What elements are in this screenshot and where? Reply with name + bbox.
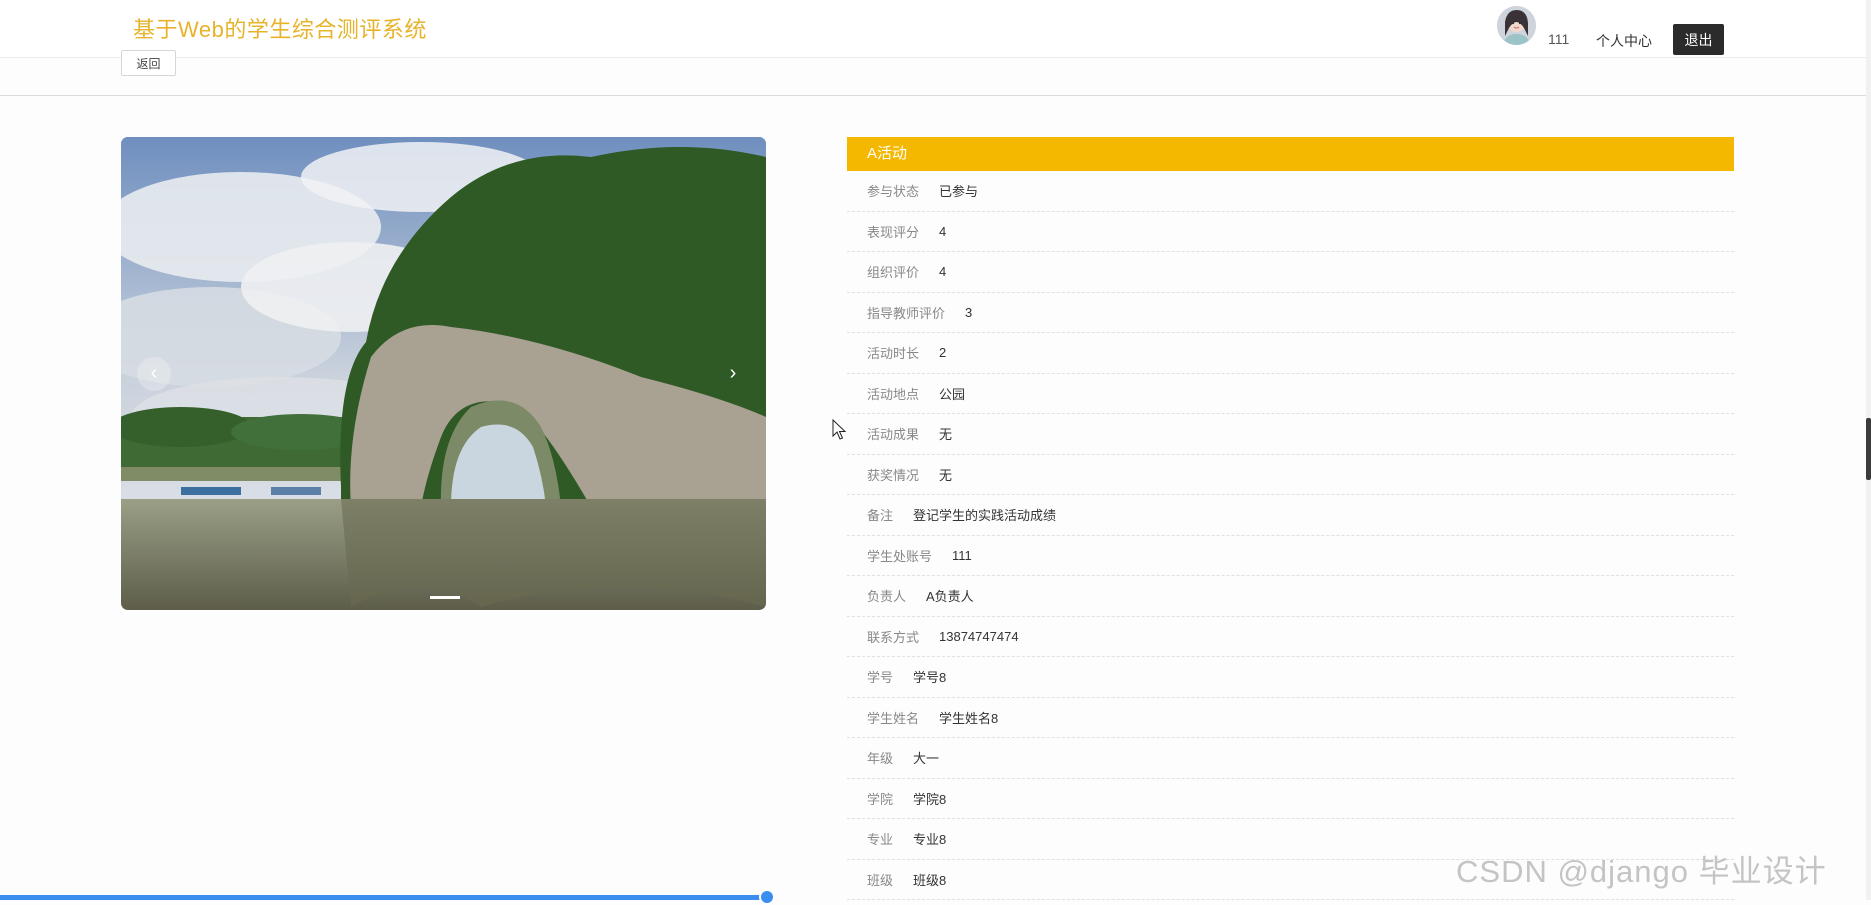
activity-detail-panel: A活动 参与状态 已参与 表现评分 4 组织评价 4 指导教师评价 3 活动时长 2 活动地点 公园活… [847,137,1734,900]
detail-row: 学院 学院8 [847,779,1734,819]
detail-value: 学号8 [913,670,947,686]
carousel-indicator[interactable] [430,596,460,599]
detail-row: 年级 大一 [847,738,1734,779]
site-title[interactable]: 基于Web的学生综合测评系统 [133,12,427,44]
detail-row: 学生姓名 学生姓名8 [847,698,1734,738]
detail-value: 4 [939,223,947,239]
detail-value: 大一 [913,751,940,767]
detail-row: 指导教师评价 3 [847,293,1734,333]
detail-value: 无 [939,427,953,443]
detail-value: 专业8 [913,832,947,848]
detail-row: 学号 学号8 [847,657,1734,698]
detail-label: 学生处账号 [867,548,933,564]
page-scrollbar-thumb[interactable] [1866,418,1871,480]
detail-value: 已参与 [939,184,979,200]
detail-value: 公园 [939,386,966,402]
detail-field-list: 参与状态 已参与 表现评分 4 组织评价 4 指导教师评价 3 活动时长 2 活动地点 公园 活动成果无… [847,171,1734,900]
detail-row: 备注 登记学生的实践活动成绩 [847,495,1734,536]
video-progress-knob[interactable] [759,889,775,905]
detail-label: 联系方式 [867,629,920,645]
detail-value: 班级8 [913,872,947,888]
video-progress-bar[interactable] [0,895,767,900]
detail-row: 活动时长 2 [847,333,1734,374]
mouse-cursor-icon [832,419,846,440]
activity-title: A活动 [847,137,1734,171]
detail-label: 活动时长 [867,346,920,362]
detail-label: 获奖情况 [867,467,920,483]
detail-label: 学院 [867,791,894,807]
detail-value: 学院8 [913,791,947,807]
detail-label: 专业 [867,832,894,848]
carousel-next-arrow[interactable]: › [716,357,750,391]
detail-label: 学生姓名 [867,710,920,726]
detail-row: 活动地点 公园 [847,374,1734,414]
detail-value: 无 [939,467,953,483]
carousel-prev-arrow[interactable]: ‹ [137,357,171,391]
detail-row: 组织评价 4 [847,252,1734,293]
detail-label: 表现评分 [867,224,920,240]
detail-label: 负责人 [867,589,907,605]
watermark: CSDN @django 毕业设计 [1456,854,1827,889]
detail-label: 活动地点 [867,386,920,402]
detail-value: 登记学生的实践活动成绩 [913,508,1057,524]
detail-label: 活动成果 [867,427,920,443]
top-navbar: 基于Web的学生综合测评系统 111 个人中心 退出 [0,0,1871,58]
detail-label: 备注 [867,508,894,524]
back-button[interactable]: 返回 [121,50,176,76]
detail-label: 年级 [867,751,894,767]
detail-label: 参与状态 [867,184,920,200]
detail-value: 学生姓名8 [939,710,999,726]
detail-value: 111 [952,547,972,563]
detail-row: 活动成果 无 [847,414,1734,455]
avatar-image [1497,6,1536,45]
username: 111 [1548,31,1570,47]
detail-row: 联系方式 13874747474 [847,617,1734,657]
detail-row: 负责人 A负责人 [847,576,1734,617]
personal-center-link[interactable]: 个人中心 [1596,31,1652,51]
detail-value: 13874747474 [939,628,1019,644]
detail-label: 组织评价 [867,265,920,281]
detail-row: 参与状态 已参与 [847,171,1734,212]
carousel-image [121,137,766,610]
detail-value: 2 [939,345,947,361]
avatar[interactable] [1497,6,1536,45]
detail-row: 获奖情况 无 [847,455,1734,495]
detail-label: 指导教师评价 [867,305,946,321]
detail-value: 4 [939,264,947,280]
detail-row: 学生处账号 111 [847,536,1734,576]
image-carousel[interactable] [121,137,766,610]
detail-label: 班级 [867,872,894,888]
logout-button[interactable]: 退出 [1673,24,1724,55]
detail-value: A负责人 [926,589,974,605]
detail-value: 3 [965,304,973,320]
detail-label: 学号 [867,670,894,686]
detail-row: 表现评分 4 [847,212,1734,252]
sub-toolbar [0,58,1871,96]
